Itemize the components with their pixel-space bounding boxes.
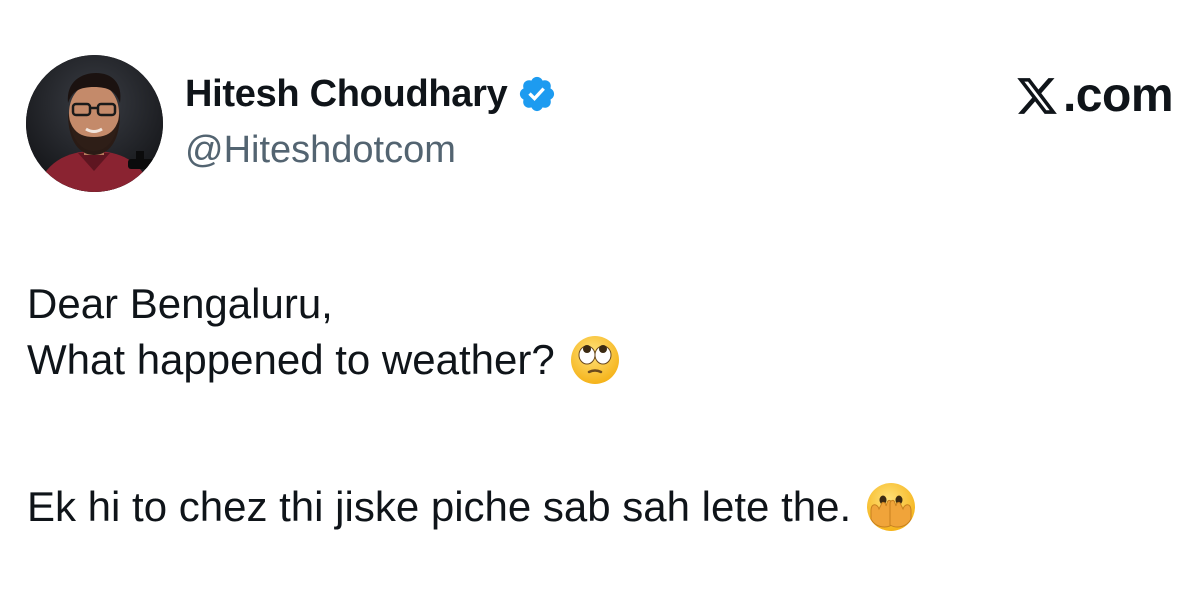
tweet-line-2: What happened to weather? <box>27 332 1167 388</box>
author-handle[interactable]: @Hiteshdotcom <box>185 124 456 176</box>
tweet-line-3-text: Ek hi to chez thi jiske piche sab sah le… <box>27 483 852 530</box>
author-display-name[interactable]: Hitesh Choudhary <box>185 68 508 120</box>
brand-text: .com <box>1062 69 1174 122</box>
verified-badge-icon <box>517 74 557 114</box>
author-name-row[interactable]: Hitesh Choudhary <box>185 68 557 120</box>
avatar[interactable] <box>26 55 163 192</box>
profile-photo-icon <box>26 55 163 192</box>
x-com-brand: .com <box>1015 66 1174 126</box>
tweet-line-2-text: What happened to weather? <box>27 336 555 383</box>
face-with-open-eyes-and-hand-over-mouth-emoji-icon <box>865 481 917 533</box>
tweet-card: Hitesh Choudhary @Hiteshdotcom .com Dear… <box>0 0 1199 590</box>
tweet-line-3: Ek hi to chez thi jiske piche sab sah le… <box>27 479 1167 535</box>
tweet-text: Dear Bengaluru, What happened to weather… <box>27 276 1167 535</box>
tweet-line-1-text: Dear Bengaluru, <box>27 280 333 327</box>
tweet-line-1: Dear Bengaluru, <box>27 276 1167 332</box>
x-logo-icon <box>1015 74 1059 118</box>
face-with-rolling-eyes-emoji-icon <box>569 334 621 386</box>
